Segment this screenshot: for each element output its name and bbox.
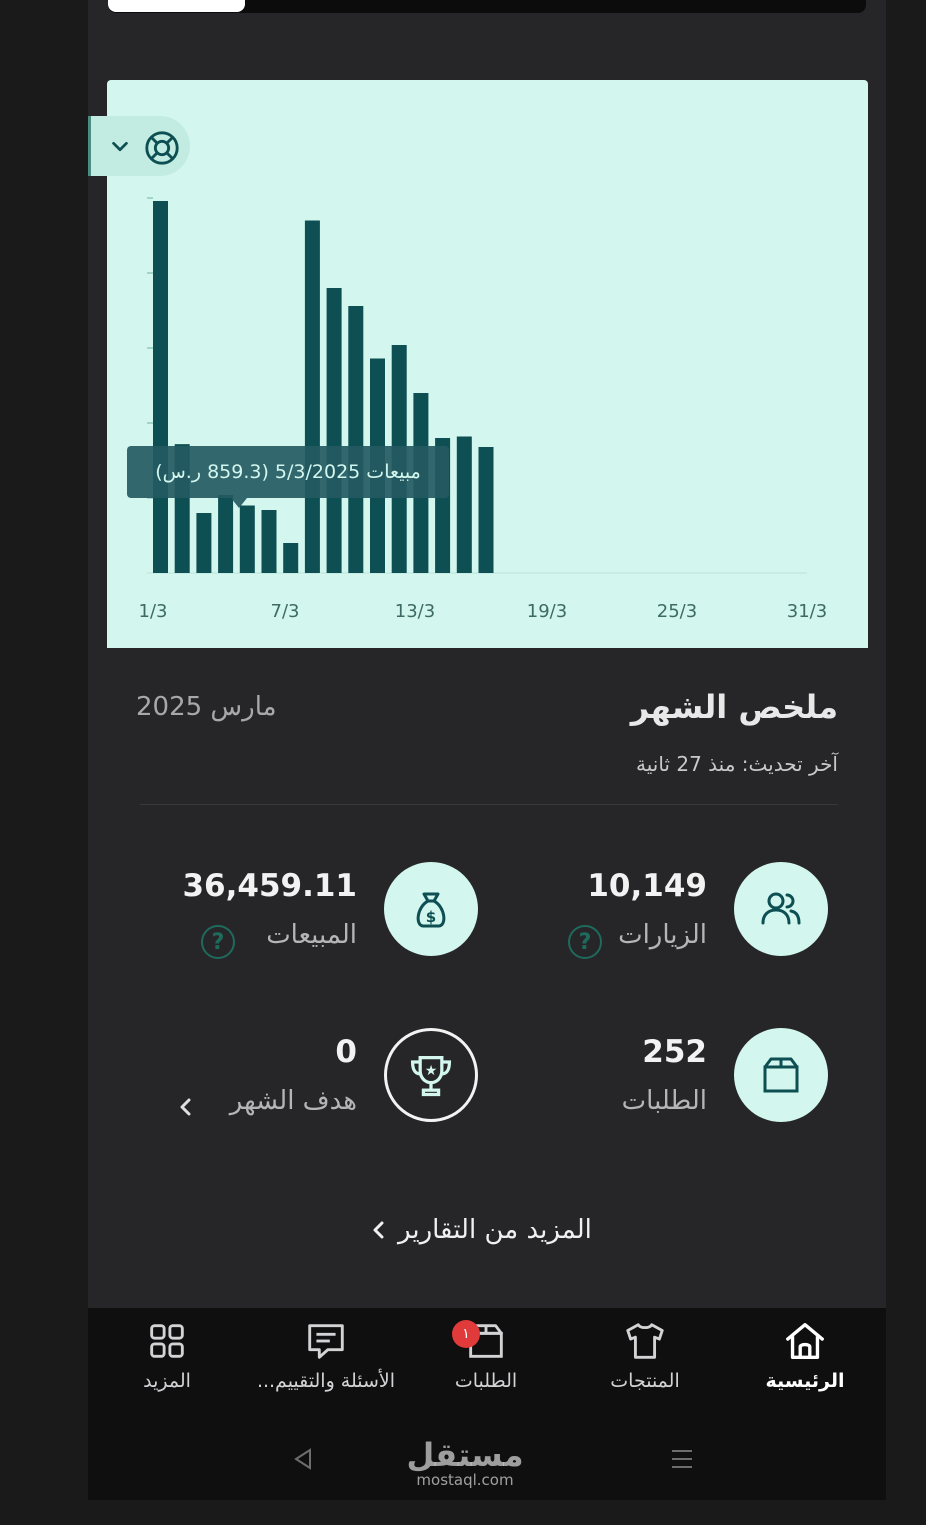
- more-reports-link[interactable]: المزيد من التقارير: [370, 1210, 620, 1250]
- visits-label: الزيارات: [618, 920, 707, 950]
- grid-icon: [150, 1324, 184, 1358]
- sales-value: 36,459.11: [182, 868, 357, 904]
- x-tick-label: 13/3: [395, 601, 435, 622]
- chart-bar-16-3[interactable]: [478, 447, 494, 573]
- sales-help-icon[interactable]: ?: [201, 925, 235, 959]
- chart-bar-7-3[interactable]: [283, 543, 299, 573]
- nav-item-questions-reviews[interactable]: الأسئلة والتقييم...: [246, 1318, 406, 1398]
- watermark: مستقل mostaql.com: [400, 1438, 530, 1488]
- visits-help-icon[interactable]: ?: [568, 925, 602, 959]
- orders-icon-circle: [734, 1028, 828, 1122]
- chart-filter-control[interactable]: [88, 116, 190, 176]
- goal-icon-circle: ★: [384, 1028, 478, 1122]
- goal-label[interactable]: هدف الشهر: [230, 1086, 357, 1116]
- orders-value: 252: [642, 1034, 707, 1070]
- sales-label: المبيعات: [266, 920, 357, 950]
- more-reports-label: المزيد من التقارير: [398, 1215, 592, 1245]
- chat-icon: [308, 1324, 344, 1359]
- svg-text:★: ★: [425, 1063, 438, 1079]
- lifebuoy-icon[interactable]: [143, 129, 181, 167]
- x-tick-label: 19/3: [527, 601, 567, 622]
- watermark-logo-text: مستقل: [406, 1436, 524, 1474]
- chart-bar-4-3[interactable]: [218, 495, 234, 573]
- chart-bar-3-3[interactable]: [196, 513, 212, 573]
- orders-badge: ١: [452, 1320, 480, 1348]
- svg-text:$: $: [426, 908, 436, 926]
- money-bag-icon: $: [416, 892, 446, 928]
- orders-label: الطلبات: [621, 1086, 707, 1116]
- nav-label-products: المنتجات: [610, 1370, 680, 1392]
- chart-bar-1-3[interactable]: [153, 201, 168, 573]
- chart-bar-10-3[interactable]: [348, 306, 364, 573]
- chart-bar-15-3[interactable]: [456, 436, 472, 574]
- chevron-down-icon[interactable]: [109, 136, 131, 158]
- x-tick-label: 7/3: [271, 601, 300, 622]
- x-tick-label: 1/3: [139, 601, 168, 622]
- visits-value: 10,149: [587, 868, 707, 904]
- goal-value: 0: [335, 1034, 357, 1070]
- nav-item-more[interactable]: المزيد: [87, 1318, 247, 1398]
- home-icon: [786, 1323, 824, 1359]
- x-tick-label: 31/3: [787, 601, 827, 622]
- divider: [140, 804, 838, 805]
- chart-bar-9-3[interactable]: [326, 288, 342, 573]
- nav-label-orders: الطلبات: [454, 1370, 518, 1392]
- chart-bar-5-3[interactable]: [239, 505, 255, 574]
- sales-chart-card[interactable]: 1/3 7/3 13/3 19/3 25/3 31/3 مبيعات 5/3/2025 (8…: [107, 80, 868, 648]
- nav-label-home: الرئيسية: [765, 1370, 845, 1392]
- box-icon: [763, 1057, 799, 1093]
- sales-icon-circle: $: [384, 862, 478, 956]
- last-update-text: آخر تحديث: منذ 27 ثانية: [636, 752, 838, 776]
- summary-title: ملخص الشهر: [630, 688, 838, 726]
- chart-bar-8-3[interactable]: [304, 220, 320, 574]
- tooltip-text: مبيعات 5/3/2025 (859.3 ر.س): [155, 461, 421, 483]
- x-tick-label: 25/3: [657, 601, 697, 622]
- sales-bar-chart[interactable]: 1/3 7/3 13/3 19/3 25/3 31/3 مبيعات 5/3/2025 (8…: [107, 80, 868, 648]
- visits-icon-circle: [734, 862, 828, 956]
- watermark-url: mostaql.com: [416, 1471, 514, 1489]
- system-recents-button[interactable]: [665, 1442, 699, 1476]
- summary-month: مارس 2025: [136, 692, 277, 722]
- trophy-icon: ★: [410, 1056, 452, 1097]
- shirt-icon: [626, 1323, 664, 1359]
- chevron-left-icon: [373, 1221, 384, 1239]
- chart-bar-6-3[interactable]: [261, 510, 277, 573]
- nav-item-home[interactable]: الرئيسية: [725, 1318, 885, 1398]
- menu-lines-icon: [672, 1450, 692, 1468]
- system-back-button[interactable]: [288, 1442, 318, 1476]
- chevron-left-icon[interactable]: [176, 1096, 194, 1118]
- back-triangle-icon: [294, 1448, 311, 1470]
- nav-item-products[interactable]: المنتجات: [565, 1318, 725, 1398]
- nav-label-more: المزيد: [143, 1370, 191, 1392]
- nav-item-orders[interactable]: الطلبات: [406, 1318, 566, 1398]
- top-tab-indicator[interactable]: [108, 0, 245, 12]
- users-icon: [761, 892, 801, 925]
- nav-label-questions-reviews: الأسئلة والتقييم...: [256, 1370, 396, 1392]
